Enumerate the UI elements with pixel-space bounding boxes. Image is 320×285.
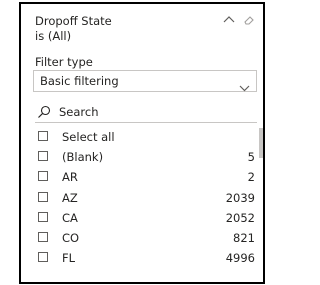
list-scrollbar[interactable] <box>259 128 263 158</box>
slicer-header-actions <box>223 14 255 26</box>
item-label: Select all <box>62 130 115 144</box>
item-count: 4996 <box>225 251 255 266</box>
item-count: 2 <box>247 170 255 185</box>
checkbox[interactable] <box>38 131 48 141</box>
item-label: FL <box>62 251 76 266</box>
checkbox[interactable] <box>38 211 48 222</box>
item-label: CO <box>62 230 80 245</box>
eraser-icon[interactable] <box>243 14 255 26</box>
item-count: 5 <box>247 150 255 165</box>
slicer-header: Dropoff State is (All) <box>35 14 259 54</box>
list-item[interactable]: CA 2052 <box>35 209 255 229</box>
list-item[interactable]: CO 821 <box>35 229 255 249</box>
filter-type-value: Basic filtering <box>40 74 119 88</box>
item-label: AZ <box>62 190 78 205</box>
dropoff-state-slicer: Dropoff State is (All) Filter type Basic… <box>19 2 265 284</box>
checkbox[interactable] <box>38 151 48 162</box>
item-label: (Blank) <box>62 150 104 165</box>
chevron-up-icon[interactable] <box>223 15 235 25</box>
list-item[interactable]: AR 2 <box>35 168 255 188</box>
search-input[interactable]: Search <box>35 101 257 123</box>
filter-type-label: Filter type <box>35 55 93 69</box>
item-count: 2039 <box>225 190 255 205</box>
checkbox[interactable] <box>38 191 48 202</box>
list-item[interactable]: (Blank) 5 <box>35 148 255 168</box>
item-label: AR <box>62 170 78 185</box>
search-placeholder: Search <box>59 105 99 119</box>
slicer-item-list: Select all (Blank) 5 AR 2 AZ 2039 CA 205… <box>35 128 255 269</box>
search-icon <box>37 104 51 123</box>
filter-type-dropdown[interactable]: Basic filtering <box>33 70 257 92</box>
item-count: 821 <box>233 230 255 245</box>
list-item[interactable]: AZ 2039 <box>35 189 255 209</box>
item-label: CA <box>62 210 78 225</box>
item-count: 2052 <box>225 210 255 225</box>
list-item[interactable]: Select all <box>35 128 255 148</box>
slicer-filter-summary: is (All) <box>35 29 72 43</box>
list-item[interactable]: FL 4996 <box>35 249 255 269</box>
checkbox[interactable] <box>38 252 48 263</box>
search-underline <box>35 122 257 123</box>
checkbox[interactable] <box>38 231 48 242</box>
checkbox[interactable] <box>38 171 48 182</box>
slicer-title: Dropoff State <box>35 14 112 28</box>
chevron-down-icon <box>239 77 250 96</box>
